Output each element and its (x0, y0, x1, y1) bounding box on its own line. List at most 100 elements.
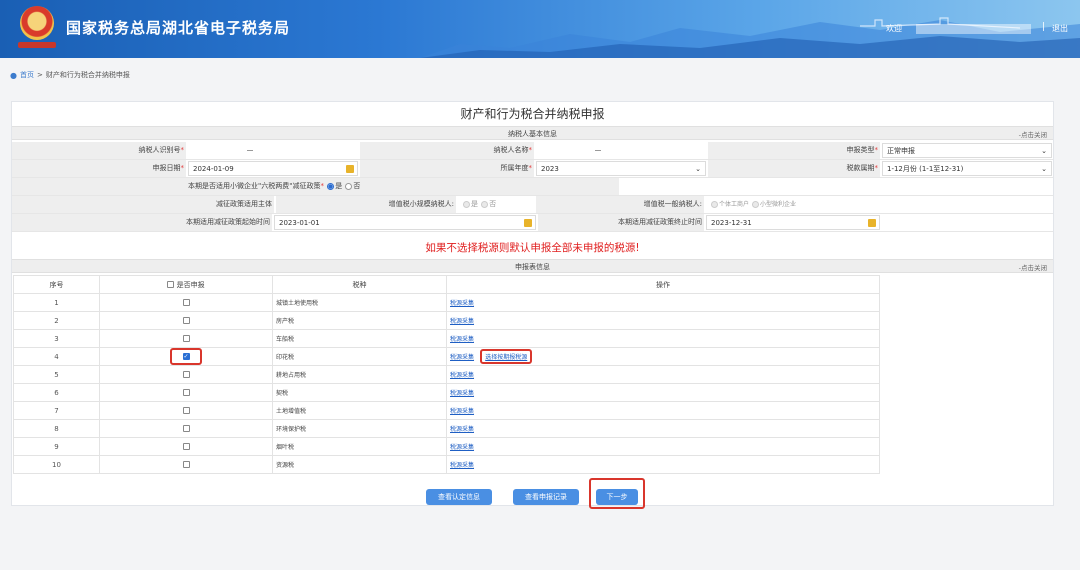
top-banner: 国家税务总局湖北省电子税务局 欢迎 | 退出 (0, 0, 1080, 58)
decl-date-input[interactable]: 2024-01-09 (188, 161, 358, 176)
collect-source-link[interactable]: 税源采集 (450, 444, 474, 451)
cell-declare (99, 329, 273, 348)
page-title: 财产和行为税合并纳税申报 (460, 107, 605, 121)
table-info-title: 申报表信息 (515, 263, 550, 271)
basic-info-header: 纳税人基本信息 -点击关闭 (12, 126, 1053, 140)
calendar-icon[interactable] (868, 219, 876, 227)
emblem-ribbon (18, 42, 56, 48)
next-step-highlight (589, 478, 645, 509)
declare-checkbox[interactable] (182, 335, 190, 342)
start-time-input[interactable]: 2023-01-01 (274, 215, 536, 230)
chevron-down-icon: ⌄ (1041, 165, 1047, 173)
breadcrumb-current: 财产和行为税合并纳税申报 (45, 71, 130, 79)
checkbox-highlight: ✓ (170, 348, 202, 365)
basic-info-toggle[interactable]: -点击关闭 (1019, 129, 1047, 139)
cell-tax: 印花税 (272, 347, 447, 366)
decl-date-label: 申报日期* (12, 160, 186, 177)
cell-op: 税源采集 (446, 455, 880, 474)
cell-tax: 城镇土地使用税 (272, 293, 447, 312)
cell-tax: 耕地占用税 (272, 365, 447, 384)
cell-no: 1 (13, 293, 100, 312)
cell-no: 3 (13, 329, 100, 348)
cell-tax: 车船税 (272, 329, 447, 348)
welcome-text: 欢迎 (886, 24, 902, 33)
declare-checkbox[interactable]: ✓ (182, 352, 190, 360)
declare-checkbox[interactable] (182, 317, 190, 324)
cell-declare: ✓ (99, 347, 273, 366)
year-select[interactable]: 2023 ⌄ (536, 161, 706, 176)
table-row: 1 城镇土地使用税 税源采集 (13, 293, 880, 312)
view-records-button[interactable]: 查看申报记录 (513, 489, 579, 505)
declare-checkbox[interactable] (182, 461, 190, 468)
cell-tax: 环境保护税 (272, 419, 447, 438)
taxpayer-name-label: 纳税人名称* (360, 142, 534, 159)
cell-declare (99, 365, 273, 384)
cell-op: 税源采集 (446, 419, 880, 438)
cell-no: 7 (13, 401, 100, 420)
vat-small-yes-radio[interactable] (463, 200, 470, 208)
chevron-down-icon: ⌄ (695, 165, 701, 173)
cell-op: 税源采集 (446, 437, 880, 456)
chevron-down-icon: ⌄ (1041, 147, 1047, 155)
declare-checkbox[interactable] (182, 407, 190, 414)
form-row-subject: 减征政策适用主体 增值税小规模纳税人: 是 否 增值税一般纳税人: 个体工商户 … (12, 196, 1053, 214)
collect-source-link[interactable]: 税源采集 (450, 318, 474, 325)
collect-source-link[interactable]: 税源采集 (450, 462, 474, 469)
cell-declare (99, 455, 273, 474)
cell-declare (99, 401, 273, 420)
logout-link[interactable]: 退出 (1052, 23, 1068, 34)
col-header-tax: 税种 (272, 275, 447, 294)
taxpayer-id-label: 纳税人识别号* (12, 142, 186, 159)
cell-declare (99, 293, 273, 312)
collect-source-link[interactable]: 税源采集 (450, 426, 474, 433)
cell-no: 8 (13, 419, 100, 438)
declare-checkbox[interactable] (182, 443, 190, 450)
collect-source-link[interactable]: 税源采集 (450, 408, 474, 415)
calendar-icon[interactable] (524, 219, 532, 227)
table-row: 9 烟叶税 税源采集 (13, 437, 880, 456)
cell-op: 税源采集 (446, 293, 880, 312)
policy-no-radio[interactable] (345, 182, 353, 190)
table-info-toggle[interactable]: -点击关闭 (1019, 262, 1047, 272)
taxpayer-id-value (188, 143, 358, 158)
great-wall-illustration (420, 17, 1080, 58)
individual-radio[interactable] (711, 201, 718, 208)
select-all-checkbox[interactable] (167, 281, 175, 288)
cell-op: 税源采集 (446, 311, 880, 330)
breadcrumb-home[interactable]: 首页 (20, 70, 34, 80)
period-select[interactable]: 1-12月份 (1-1至12-31) ⌄ (882, 161, 1052, 176)
view-cert-button[interactable]: 查看认定信息 (426, 489, 492, 505)
declare-checkbox[interactable] (182, 371, 190, 378)
cell-tax: 资源税 (272, 455, 447, 474)
cell-declare (99, 437, 273, 456)
cell-op: 税源采集 (446, 329, 880, 348)
select-source-link[interactable]: 选择按期报税源 (485, 354, 527, 361)
header-separator: | (1042, 22, 1046, 32)
calendar-icon[interactable] (346, 165, 354, 173)
cell-no: 10 (13, 455, 100, 474)
vat-small-no-radio[interactable] (481, 200, 489, 208)
table-row: 8 环境保护税 税源采集 (13, 419, 880, 438)
tax-emblem-logo (20, 6, 54, 40)
vat-small-options: 是 否 (458, 197, 534, 212)
declare-checkbox[interactable] (182, 425, 190, 432)
cell-no: 5 (13, 365, 100, 384)
cell-declare (99, 419, 273, 438)
collect-source-link[interactable]: 税源采集 (450, 354, 474, 361)
decl-type-select[interactable]: 正常申报 ⌄ (882, 143, 1052, 158)
declare-checkbox[interactable] (182, 299, 190, 306)
start-time-label: 本期适用减征政策起始时间 (12, 214, 272, 231)
policy-yes-radio[interactable] (327, 182, 335, 190)
col-header-declare: 是否申报 (99, 275, 273, 294)
collect-source-link[interactable]: 税源采集 (450, 300, 474, 307)
table-header-row: 序号 是否申报 税种 操作 (13, 275, 880, 294)
collect-source-link[interactable]: 税源采集 (450, 372, 474, 379)
declare-checkbox[interactable] (182, 389, 190, 396)
small-micro-radio[interactable] (751, 201, 759, 208)
end-time-input[interactable]: 2023-12-31 (706, 215, 880, 230)
cell-declare (99, 383, 273, 402)
tax-type-table: 序号 是否申报 税种 操作 1 城镇土地使用税 税源采集 2 房产税 税源采集 3 车船税 税源… (13, 275, 880, 474)
collect-source-link[interactable]: 税源采集 (450, 390, 474, 397)
table-row: 6 契税 税源采集 (13, 383, 880, 402)
collect-source-link[interactable]: 税源采集 (450, 336, 474, 343)
